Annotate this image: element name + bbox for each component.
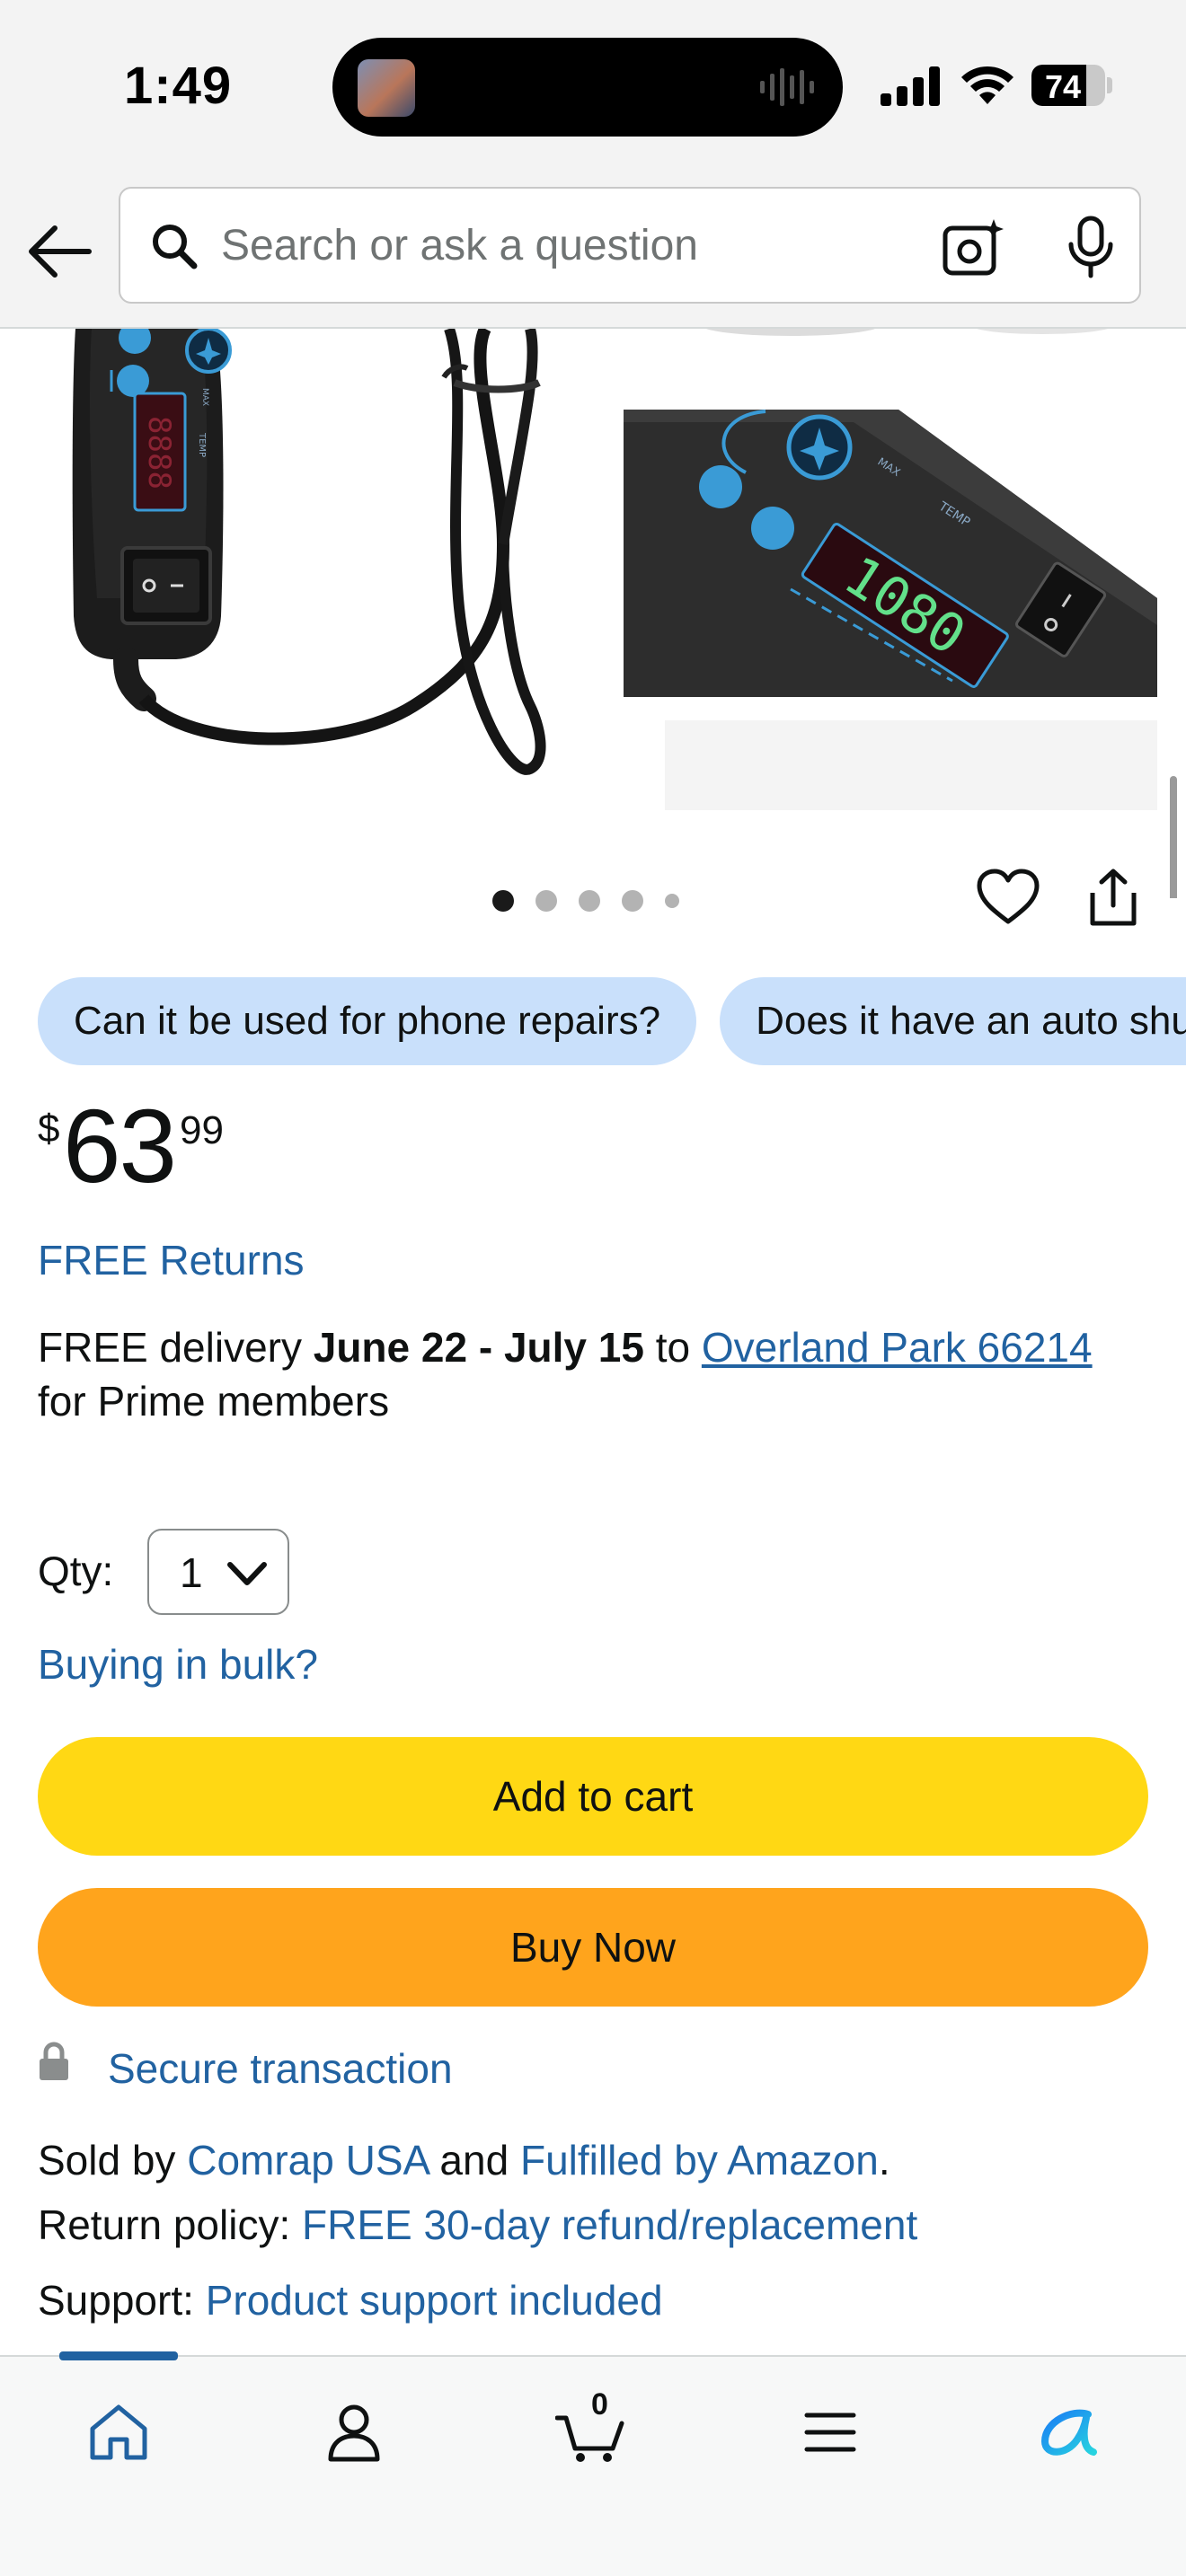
quantity-value: 1: [180, 1549, 203, 1596]
seller-link[interactable]: Comrap USA: [187, 2137, 428, 2183]
dynamic-island: [332, 38, 843, 137]
image-pagination: [492, 889, 679, 913]
delivery-prefix: FREE delivery: [38, 1324, 314, 1371]
nav-menu[interactable]: [785, 2387, 875, 2477]
return-policy-link[interactable]: FREE 30-day refund/replacement: [302, 2201, 917, 2248]
add-to-cart-label: Add to cart: [492, 1773, 694, 1820]
price-whole: 63: [63, 1088, 177, 1204]
svg-text:MAX: MAX: [200, 388, 209, 406]
mic-icon[interactable]: [1066, 216, 1116, 278]
menu-icon: [804, 2413, 856, 2452]
share-icon[interactable]: [1085, 868, 1141, 927]
product-image: 8888 TEMP MAX 1080 TEMP MAX: [72, 329, 1157, 810]
audio-wave-icon: [760, 68, 814, 106]
battery-indicator: 74: [1031, 65, 1112, 106]
status-time: 1:49: [124, 57, 233, 115]
buying-in-bulk-link[interactable]: Buying in bulk?: [38, 1640, 318, 1689]
pagination-dot[interactable]: [492, 890, 514, 912]
pagination-dot[interactable]: [579, 890, 600, 912]
support-link[interactable]: Product support included: [206, 2277, 663, 2324]
home-icon: [90, 2404, 147, 2460]
back-arrow-icon: [29, 225, 92, 278]
back-button[interactable]: [22, 214, 97, 289]
pagination-dot[interactable]: [535, 890, 557, 912]
free-returns-link[interactable]: FREE Returns: [38, 1236, 305, 1284]
delivery-suffix: for Prime members: [38, 1378, 390, 1425]
svg-text:8888: 8888: [141, 416, 177, 490]
nav-rufus[interactable]: [1022, 2387, 1112, 2477]
delivery-dates: June 22 - July 15: [313, 1324, 644, 1371]
scrollbar[interactable]: [1170, 776, 1177, 898]
wifi-icon: [961, 66, 1013, 104]
support-label: Support:: [38, 2277, 206, 2324]
pagination-dot[interactable]: [622, 890, 643, 912]
question-chip[interactable]: Can it be used for phone repairs?: [38, 977, 697, 1065]
search-header: [0, 176, 1186, 329]
battery-percent: 74: [1044, 68, 1082, 105]
price-currency-symbol: $: [38, 1107, 60, 1151]
search-input[interactable]: [221, 214, 850, 277]
period-text: .: [878, 2137, 890, 2183]
heart-icon[interactable]: [976, 868, 1040, 927]
support-line: Support: Product support included: [38, 2276, 663, 2325]
lock-icon: [40, 2042, 68, 2080]
account-icon: [328, 2404, 380, 2462]
product-image-gallery[interactable]: 8888 TEMP MAX 1080 TEMP MAX: [0, 329, 1186, 898]
search-icon: [153, 225, 198, 269]
quantity-select[interactable]: 1: [147, 1529, 289, 1615]
secure-transaction-link[interactable]: Secure transaction: [108, 2044, 453, 2093]
camera-lens-icon[interactable]: [942, 217, 1005, 277]
and-text: and: [428, 2137, 520, 2183]
question-chips: Can it be used for phone repairs? Does it…: [38, 977, 1186, 1065]
sold-by-line: Sold by Comrap USA and Fulfilled by Amaz…: [38, 2136, 890, 2184]
svg-text:TEMP: TEMP: [197, 432, 207, 457]
return-policy-line: Return policy: FREE 30-day refund/replac…: [38, 2201, 917, 2249]
price-fraction: 99: [180, 1108, 224, 1152]
delivery-location-link[interactable]: Overland Park 66214: [702, 1324, 1093, 1371]
now-playing-artwork: [358, 59, 415, 117]
quantity-label: Qty:: [38, 1548, 114, 1594]
detail-inset: 1080 TEMP MAX: [624, 410, 1157, 810]
pagination-dot[interactable]: [665, 894, 679, 908]
return-policy-label: Return policy:: [38, 2201, 303, 2248]
chevron-down-icon: [227, 1562, 267, 1585]
question-chip[interactable]: Does it have an auto shut-off?: [720, 977, 1186, 1065]
cart-count-badge: 0: [591, 2387, 608, 2422]
fulfilled-by-amazon-link[interactable]: Fulfilled by Amazon: [520, 2137, 879, 2183]
buy-now-button[interactable]: Buy Now: [38, 1888, 1148, 2007]
rufus-icon: [1041, 2409, 1097, 2456]
buy-now-label: Buy Now: [509, 1924, 677, 1971]
nav-home[interactable]: [74, 2387, 164, 2477]
cellular-signal-icon: [881, 66, 940, 106]
nav-account[interactable]: [309, 2387, 399, 2477]
search-bar[interactable]: [119, 187, 1141, 304]
delivery-info: FREE delivery June 22 - July 15 to Overl…: [38, 1320, 1161, 1428]
add-to-cart-button[interactable]: Add to cart: [38, 1737, 1148, 1856]
delivery-to: to: [643, 1324, 702, 1371]
nav-cart[interactable]: 0: [546, 2387, 636, 2477]
sold-by-label: Sold by: [38, 2137, 188, 2183]
status-bar: 1:49 74: [0, 0, 1186, 176]
active-tab-indicator: [59, 2351, 178, 2360]
bottom-navigation: 0: [0, 2351, 1186, 2576]
